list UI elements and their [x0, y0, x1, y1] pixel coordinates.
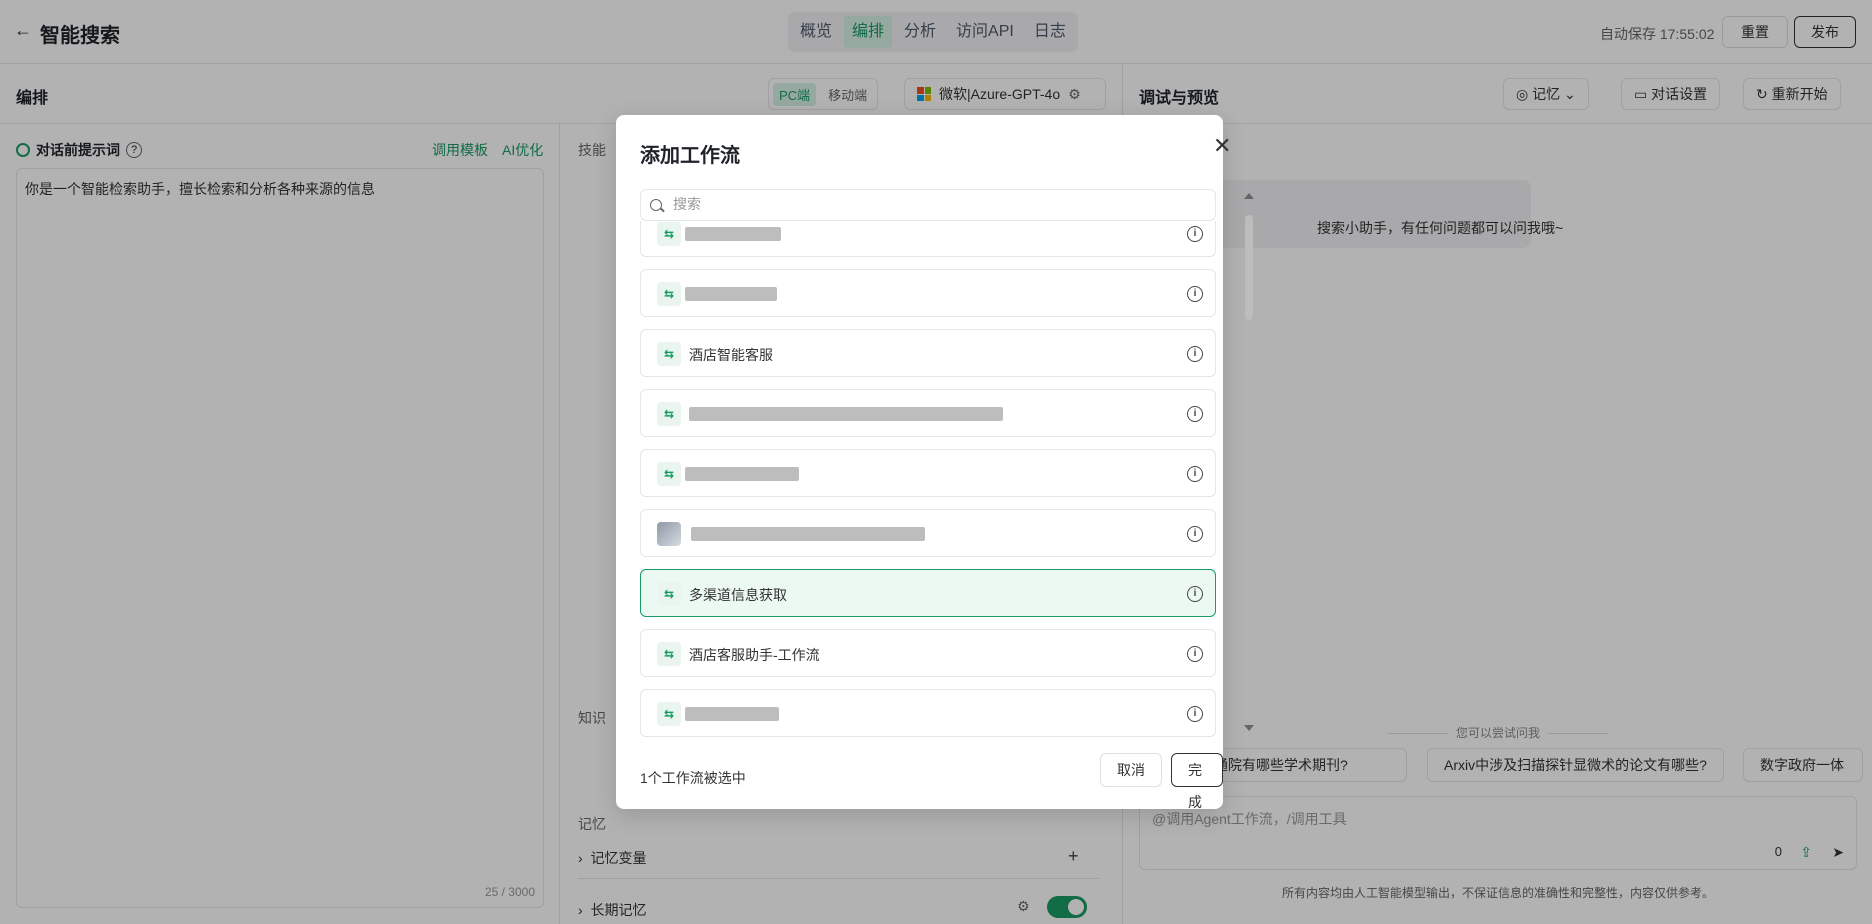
- info-icon[interactable]: i: [1187, 286, 1203, 302]
- workflow-item[interactable]: ⇆ 酒店客服助手-工作流 i: [640, 629, 1216, 677]
- workflow-name: 酒店客服助手-工作流: [689, 647, 820, 663]
- workflow-icon: ⇆: [657, 462, 681, 486]
- info-icon[interactable]: i: [1187, 586, 1203, 602]
- scroll-down-icon[interactable]: [1244, 725, 1254, 731]
- workflow-item[interactable]: ⇆ i: [640, 269, 1216, 317]
- redacted-name: [691, 527, 925, 541]
- search-box: [640, 189, 1216, 221]
- workflow-item[interactable]: ⇆ i: [640, 389, 1216, 437]
- workflow-icon: ⇆: [657, 642, 681, 666]
- workflow-item[interactable]: ⇆ i: [640, 449, 1216, 497]
- redacted-name: [685, 227, 781, 241]
- scrollbar-thumb[interactable]: [1245, 215, 1253, 320]
- add-workflow-modal: 添加工作流 ✕ ⇆ i ⇆ i ⇆ 酒店智能客服 i ⇆ i ⇆ i: [616, 115, 1254, 810]
- workflow-icon: ⇆: [657, 582, 681, 606]
- workflow-icon: ⇆: [657, 342, 681, 366]
- workflow-item[interactable]: i: [640, 509, 1216, 557]
- redacted-name: [685, 467, 799, 481]
- close-icon[interactable]: ✕: [1213, 135, 1231, 157]
- redacted-name: [689, 407, 1003, 421]
- selected-count: 1个工作流被选中: [640, 770, 746, 786]
- workflow-name: 酒店智能客服: [689, 347, 773, 363]
- workflow-item[interactable]: ⇆ 酒店智能客服 i: [640, 329, 1216, 377]
- scroll-up-icon[interactable]: [1244, 193, 1254, 199]
- workflow-icon: ⇆: [657, 222, 681, 246]
- info-icon[interactable]: i: [1187, 226, 1203, 242]
- workflow-icon: ⇆: [657, 282, 681, 306]
- info-icon[interactable]: i: [1187, 406, 1203, 422]
- modal-title: 添加工作流: [640, 145, 740, 167]
- workflow-item-selected[interactable]: ⇆ 多渠道信息获取 i: [640, 569, 1216, 617]
- done-button[interactable]: 完成: [1171, 753, 1223, 810]
- search-icon: [650, 199, 662, 211]
- search-input[interactable]: [673, 196, 1193, 212]
- info-icon[interactable]: i: [1187, 526, 1203, 542]
- info-icon[interactable]: i: [1187, 346, 1203, 362]
- workflow-icon: ⇆: [657, 402, 681, 426]
- workflow-name: 多渠道信息获取: [689, 587, 787, 603]
- redacted-name: [685, 707, 779, 721]
- redacted-name: [685, 287, 777, 301]
- info-icon[interactable]: i: [1187, 646, 1203, 662]
- cancel-button[interactable]: 取消: [1100, 753, 1162, 787]
- info-icon[interactable]: i: [1187, 706, 1203, 722]
- workflow-item[interactable]: ⇆ i: [640, 689, 1216, 737]
- avatar: [657, 522, 681, 546]
- info-icon[interactable]: i: [1187, 466, 1203, 482]
- workflow-item[interactable]: ⇆ i: [640, 221, 1216, 257]
- workflow-icon: ⇆: [657, 702, 681, 726]
